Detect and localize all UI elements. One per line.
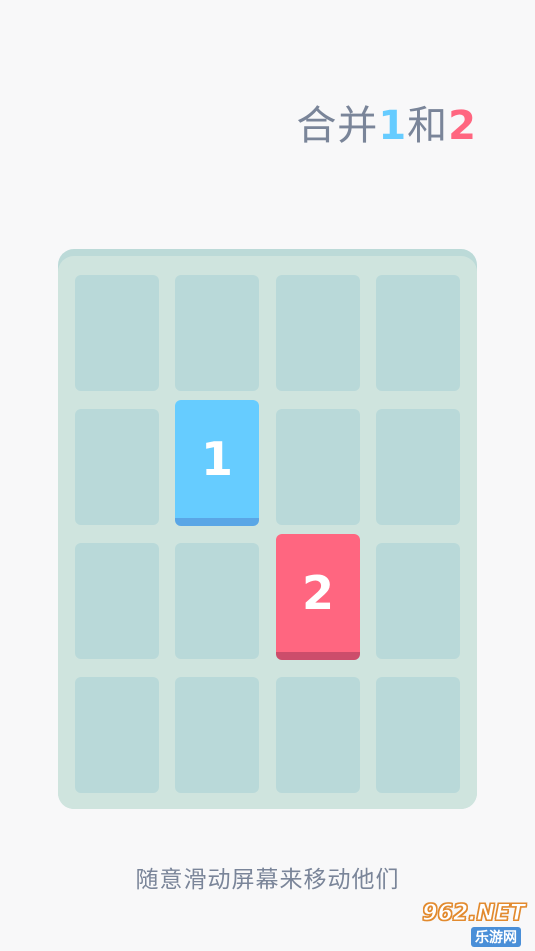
tile-two[interactable]: 2 (276, 534, 360, 660)
board-cell (75, 409, 159, 525)
board-cell (175, 275, 259, 391)
board-cell (276, 409, 360, 525)
instruction-caption: 随意滑动屏幕来移动他们 (135, 867, 400, 893)
site-watermark: 962.NET 乐游网 (401, 901, 529, 947)
board-cell (276, 275, 360, 391)
board-cell (276, 677, 360, 793)
board-cell (376, 677, 460, 793)
title-number-two: 2 (448, 103, 477, 149)
board-cell (75, 275, 159, 391)
title-middle: 和 (407, 103, 449, 149)
board-cell (376, 543, 460, 659)
board-cell (376, 409, 460, 525)
board-cell (75, 543, 159, 659)
watermark-brand: 962.NET (422, 901, 526, 927)
board-cell (376, 275, 460, 391)
watermark-site: 乐游网 (471, 927, 521, 947)
tile-one[interactable]: 1 (175, 400, 259, 526)
board-cell (75, 677, 159, 793)
page-title: 合并1和2 (296, 96, 477, 156)
board-cell (175, 677, 259, 793)
title-number-one: 1 (378, 103, 408, 149)
game-board[interactable]: 1 2 (58, 256, 477, 809)
board-cell (175, 543, 259, 659)
title-prefix: 合并 (296, 103, 379, 149)
